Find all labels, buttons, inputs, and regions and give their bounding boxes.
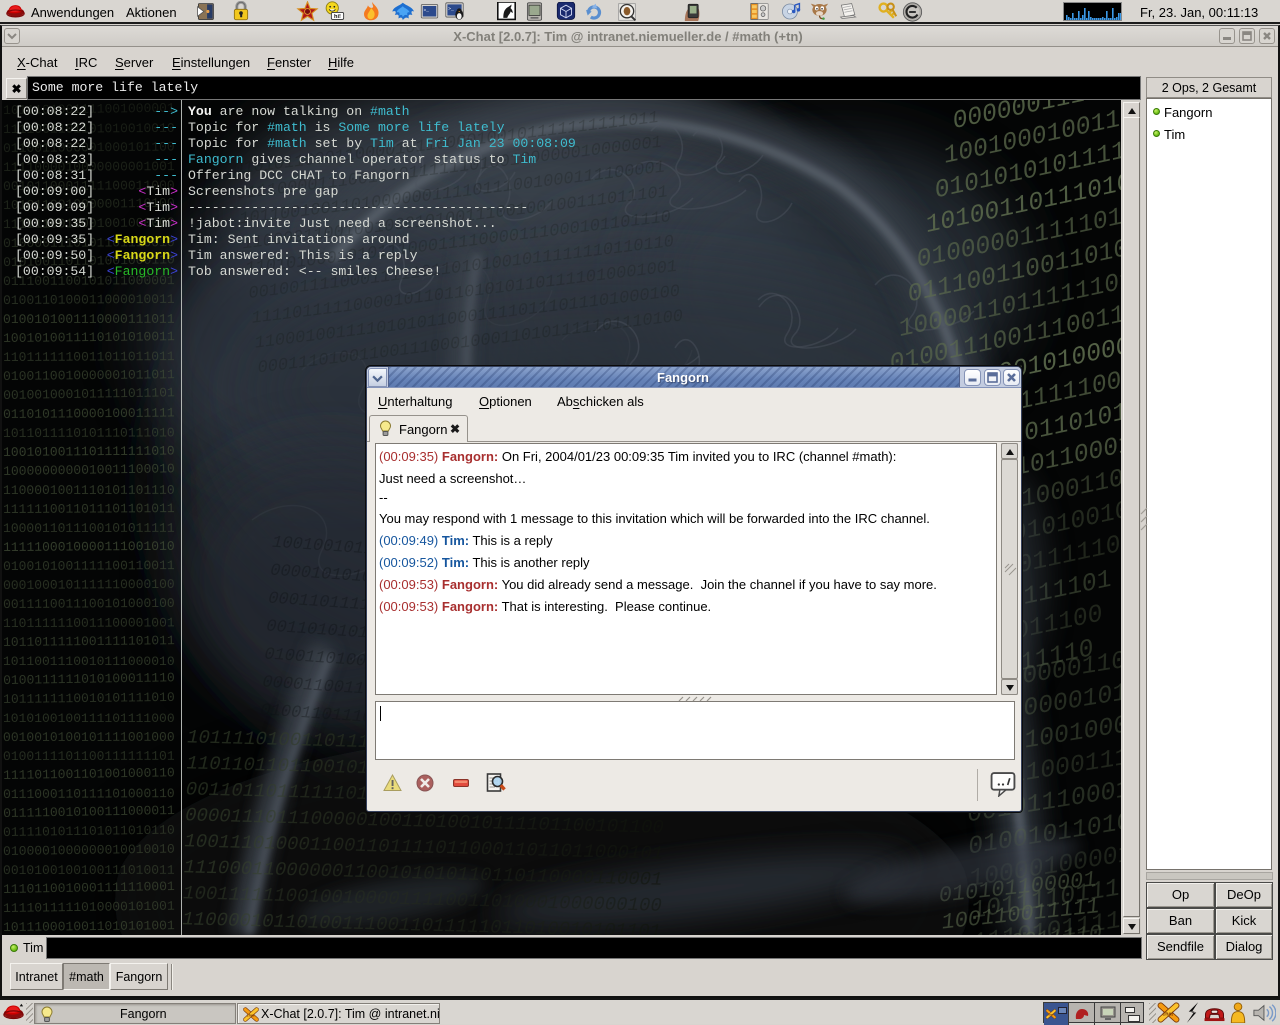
svg-text:1011001110010111000010: 1011001110010111000010 xyxy=(3,654,175,669)
svg-text:0010010001011111011101: 0010010001011111011101 xyxy=(3,385,175,403)
svg-text:1110110010001111110001: 1110110010001111110001 xyxy=(3,879,175,897)
svg-text:1001010011110101010011: 1001010011110101010011 xyxy=(3,329,175,346)
svg-text:>_: >_ xyxy=(424,7,430,13)
svg-text:1011111110010101111010: 1011111110010101111010 xyxy=(3,690,175,707)
svg-text:0111110010100111000011: 0111110010100111000011 xyxy=(3,803,175,821)
svg-text:1001010011101111111010: 1001010011101111111010 xyxy=(3,443,175,459)
svg-text:chat: chat xyxy=(247,1014,255,1018)
svg-text:1111011111010000101001: 1111011111010000101001 xyxy=(3,899,175,916)
svg-text:0100111111010100011110: 0100111111010100011110 xyxy=(3,670,175,688)
svg-text:1111011001101001000110: 1111011001101001000110 xyxy=(3,765,175,783)
svg-text:chat: chat xyxy=(1048,1013,1053,1016)
svg-text:0010100100100111010011: 0010100100100111010011 xyxy=(3,863,175,878)
svg-text:chat: chat xyxy=(1162,1012,1173,1018)
svg-text:0111000110111101000110: 0111000110111101000110 xyxy=(3,786,175,802)
svg-text:1000000000010011100010: 1000000000010011100010 xyxy=(3,461,175,479)
svg-text:1011011111001111101011: 1011011111001111101011 xyxy=(3,633,175,650)
svg-text:1011100010011010101001: 1011100010011010101001 xyxy=(3,918,175,935)
svg-text:0111101011101011010110: 0111101011101011010110 xyxy=(3,823,175,840)
svg-text:0100110010000001011011: 0100110010000001011011 xyxy=(3,367,175,384)
svg-text:1101111110011011011011: 1101111110011011011011 xyxy=(3,349,175,365)
svg-text:1111100010000111001010: 1111100010000111001010 xyxy=(3,539,175,555)
svg-text:1101111110011100001001: 1101111110011100001001 xyxy=(3,615,175,631)
svg-text:>_: >_ xyxy=(448,6,454,12)
svg-text:hi!: hi! xyxy=(334,14,341,20)
svg-text:1011011110101110111010: 1011011110101110111010 xyxy=(3,425,175,441)
svg-text:0011110011100101000100: 0011110011100101000100 xyxy=(3,596,175,612)
svg-text:0110101110000100011111: 0110101110000100011111 xyxy=(3,405,175,421)
svg-text:0010010100101111001000: 0010010100101111001000 xyxy=(3,730,175,745)
svg-text:0100110100011000010011: 0100110100011000010011 xyxy=(3,292,175,308)
svg-text:0100001000000010010010: 0100001000000010010010 xyxy=(3,842,175,859)
svg-text:0100101001110000111011: 0100101001110000111011 xyxy=(3,312,175,327)
svg-text:1010100100111101111000: 1010100100111101111000 xyxy=(3,711,175,726)
svg-text:0100111101100111111101: 0100111101100111111101 xyxy=(3,749,175,764)
svg-text:1111110011011101101011: 1111110011011101101011 xyxy=(3,501,175,517)
svg-text:1100001001110101101110: 1100001001110101101110 xyxy=(3,483,175,498)
svg-text:1000011011100101011111: 1000011011100101011111 xyxy=(3,521,175,536)
svg-text:0001000101111110000100: 0001000101111110000100 xyxy=(3,577,175,593)
svg-text:0100101001111100110011: 0100101001111100110011 xyxy=(3,558,175,574)
